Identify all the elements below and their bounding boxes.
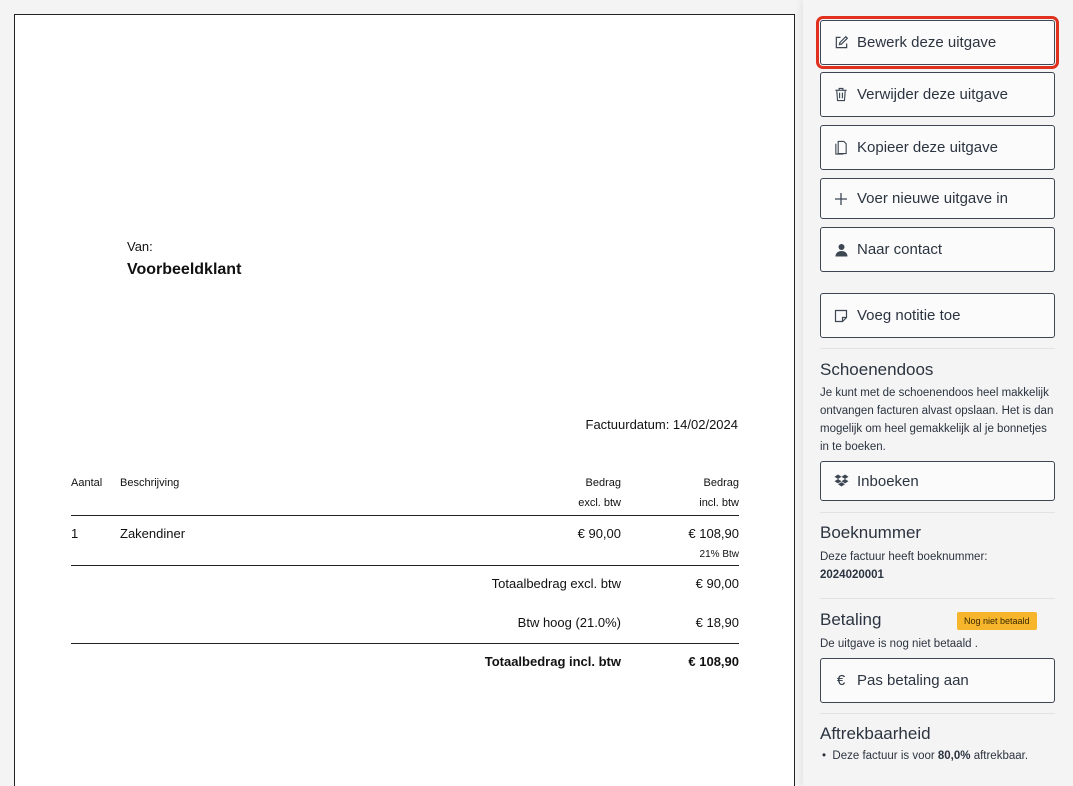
- new-expense-button[interactable]: Voer nieuwe uitgave in: [820, 178, 1055, 219]
- add-note-label: Voeg notitie toe: [857, 307, 961, 324]
- from-label: Van:: [127, 239, 153, 254]
- invoice-table: Aantal Beschrijving Bedrag excl. btw Bed…: [71, 477, 739, 683]
- copy-icon: [833, 140, 849, 156]
- header-incl: Bedrag incl. btw: [699, 477, 739, 509]
- add-note-button[interactable]: Voeg notitie toe: [820, 293, 1055, 338]
- divider: [820, 512, 1055, 513]
- total-excl-value: € 90,00: [695, 576, 739, 591]
- header-description: Beschrijving: [120, 477, 180, 489]
- schoenendoos-title: Schoenendoos: [820, 360, 934, 379]
- to-contact-label: Naar contact: [857, 241, 943, 258]
- invoice-date: Factuurdatum: 14/02/2024: [585, 417, 739, 432]
- line-description: Zakendiner: [120, 526, 186, 541]
- sidebar: Bewerk deze uitgave Verwijder deze uitga…: [803, 0, 1073, 786]
- delete-expense-button[interactable]: Verwijder deze uitgave: [820, 72, 1055, 117]
- header-qty: Aantal: [71, 477, 103, 489]
- line-incl: € 108,90: [688, 526, 739, 541]
- line-qty: 1: [71, 526, 79, 541]
- edit-expense-button[interactable]: Bewerk deze uitgave: [816, 16, 1059, 69]
- copy-expense-button[interactable]: Kopieer deze uitgave: [820, 125, 1055, 170]
- schoenendoos-text: Je kunt met de schoenendoos heel makkeli…: [820, 387, 1054, 453]
- boeknummer-title: Boeknummer: [820, 523, 922, 542]
- table-row: 1 Zakendiner € 90,00 € 108,90 21% Btw: [71, 515, 739, 565]
- total-incl-row: Totaalbedrag incl. btw € 108,90: [71, 643, 739, 683]
- line-excl: € 90,00: [577, 526, 621, 541]
- status-badge: Nog niet betaald: [957, 612, 1037, 630]
- person-icon: [833, 242, 849, 258]
- table-header: Aantal Beschrijving Bedrag excl. btw Bed…: [71, 477, 739, 515]
- delete-expense-label: Verwijder deze uitgave: [857, 86, 1008, 103]
- inboeken-label: Inboeken: [857, 472, 919, 490]
- to-contact-button[interactable]: Naar contact: [820, 227, 1055, 272]
- divider: [820, 348, 1055, 349]
- total-incl-value: € 108,90: [688, 654, 739, 669]
- inboeken-button[interactable]: Inboeken: [820, 461, 1055, 501]
- from-name: Voorbeeldklant: [127, 261, 242, 278]
- total-excl-row: Totaalbedrag excl. btw € 90,00: [71, 565, 739, 605]
- dropbox-icon: [833, 473, 849, 489]
- betaling-title: Betaling: [820, 610, 882, 629]
- line-vat: 21% Btw: [699, 549, 739, 560]
- trash-icon: [833, 87, 849, 103]
- vat-row: Btw hoog (21.0%) € 18,90: [71, 605, 739, 643]
- divider: [820, 713, 1055, 714]
- adjust-payment-label: Pas betaling aan: [857, 672, 969, 689]
- invoice-document: Van: Voorbeeldklant Factuurdatum: 14/02/…: [14, 14, 795, 786]
- aftrek-text: • Deze factuur is voor 80,0% aftrekbaar.: [822, 750, 1029, 762]
- boeknummer-value: 2024020001: [820, 569, 884, 581]
- boeknummer-text: Deze factuur heeft boeknummer:: [820, 551, 988, 563]
- edit-icon: [833, 35, 849, 51]
- euro-icon: €: [836, 672, 846, 689]
- total-excl-label: Totaalbedrag excl. btw: [491, 576, 621, 591]
- divider: [820, 598, 1055, 599]
- total-incl-label: Totaalbedrag incl. btw: [484, 654, 621, 669]
- header-excl: Bedrag excl. btw: [578, 477, 621, 509]
- plus-icon: [833, 191, 849, 207]
- vat-label: Btw hoog (21.0%): [517, 615, 621, 630]
- edit-expense-label: Bewerk deze uitgave: [857, 34, 997, 51]
- aftrek-title: Aftrekbaarheid: [820, 724, 931, 743]
- note-icon: [833, 308, 849, 324]
- new-expense-label: Voer nieuwe uitgave in: [857, 190, 1008, 207]
- aftrek-percent: 80,0%: [937, 750, 971, 762]
- vat-value: € 18,90: [695, 615, 739, 630]
- betaling-text: De uitgave is nog niet betaald .: [820, 638, 978, 650]
- adjust-payment-button[interactable]: € Pas betaling aan: [820, 658, 1055, 703]
- copy-expense-label: Kopieer deze uitgave: [857, 139, 998, 156]
